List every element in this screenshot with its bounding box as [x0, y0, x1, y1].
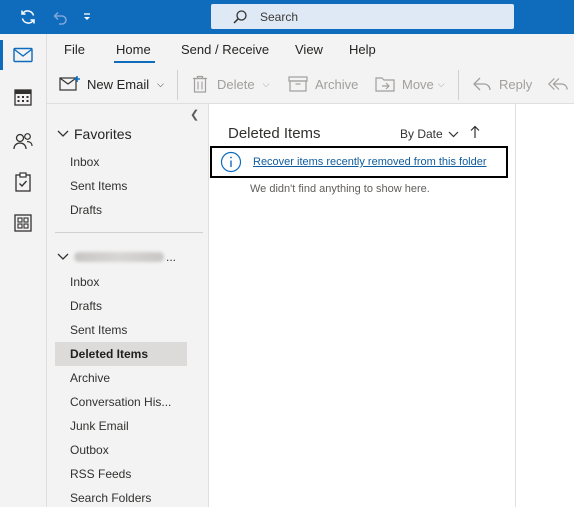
search-icon — [231, 8, 249, 26]
ribbon-separator — [458, 70, 459, 100]
people-icon[interactable] — [9, 127, 37, 155]
apps-icon[interactable] — [9, 209, 37, 237]
sort-by-button[interactable]: By Date — [400, 127, 459, 141]
tab-help[interactable]: Help — [349, 42, 376, 57]
reply-all-icon — [547, 73, 569, 95]
new-email-label: New Email — [87, 76, 150, 92]
folder-rss-feeds[interactable]: RSS Feeds — [55, 462, 187, 486]
trash-icon — [189, 73, 211, 95]
folder-deleted-items[interactable]: Deleted Items — [55, 342, 187, 366]
app-bar — [0, 34, 47, 507]
collapse-pane-icon[interactable]: ❮ — [190, 108, 199, 121]
info-icon — [220, 151, 242, 173]
move-button[interactable]: Move ⌵ — [374, 70, 445, 98]
account-name-ellipsis: ... — [166, 250, 177, 264]
archive-icon — [287, 73, 309, 95]
sync-icon[interactable] — [18, 7, 38, 27]
delete-label: Delete — [217, 76, 255, 92]
search-box[interactable]: Search — [211, 4, 514, 29]
ribbon-separator — [177, 70, 178, 100]
delete-button[interactable]: Delete ⌵ — [189, 70, 269, 98]
folder-junk-email[interactable]: Junk Email — [55, 414, 187, 438]
customize-toolbar-icon[interactable] — [77, 7, 97, 27]
active-tab-underline — [114, 61, 155, 63]
undo-icon[interactable] — [50, 7, 70, 27]
search-placeholder: Search — [260, 9, 299, 24]
reading-pane — [517, 104, 574, 507]
folder-pane: ❮ Favorites Inbox Sent Items Drafts ... … — [47, 104, 209, 507]
recover-items-banner: Recover items recently removed from this… — [210, 146, 508, 178]
archive-button[interactable]: Archive — [287, 70, 358, 98]
favorite-folder-inbox[interactable]: Inbox — [55, 150, 187, 174]
reply-label: Reply — [499, 76, 533, 92]
ribbon-toolbar: New Email ⌵ Delete ⌵ Archive Move ⌵ Repl… — [47, 64, 574, 104]
archive-label: Archive — [315, 76, 359, 92]
new-email-button[interactable]: New Email ⌵ — [59, 70, 164, 98]
folder-outbox[interactable]: Outbox — [55, 438, 187, 462]
folder-title: Deleted Items — [228, 125, 321, 142]
move-label: Move — [402, 76, 434, 92]
calendar-icon[interactable] — [9, 83, 37, 111]
folder-search-folders[interactable]: Search Folders — [55, 486, 187, 510]
favorite-folder-drafts[interactable]: Drafts — [55, 198, 187, 222]
tab-home[interactable]: Home — [116, 42, 151, 57]
chevron-down-icon[interactable]: ⌵ — [263, 79, 270, 90]
account-header[interactable]: ... — [57, 250, 176, 264]
favorites-label: Favorites — [74, 126, 132, 142]
reply-all-button[interactable] — [547, 70, 574, 98]
recover-items-link[interactable]: Recover items recently removed from this… — [253, 156, 487, 168]
new-email-icon — [59, 73, 81, 95]
tab-view[interactable]: View — [295, 42, 323, 57]
chevron-down-icon[interactable]: ⌵ — [157, 79, 164, 90]
active-indicator — [0, 40, 3, 70]
chevron-down-icon — [448, 130, 459, 138]
message-list: Deleted Items By Date Recover items rece… — [210, 104, 516, 507]
chevron-down-icon — [57, 128, 71, 140]
empty-state-text: We didn't find anything to show here. — [250, 183, 430, 195]
reply-button[interactable]: Reply — [471, 70, 532, 98]
favorites-header[interactable]: Favorites — [57, 126, 132, 142]
chevron-down-icon[interactable]: ⌵ — [438, 79, 445, 90]
chevron-down-icon — [57, 251, 71, 263]
folder-sent-items[interactable]: Sent Items — [55, 318, 187, 342]
sort-label: By Date — [400, 127, 443, 141]
tab-file[interactable]: File — [64, 42, 85, 57]
tab-send-receive[interactable]: Send / Receive — [181, 42, 269, 57]
mail-icon[interactable] — [9, 41, 37, 69]
menu-tabs: File Home Send / Receive View Help — [47, 34, 574, 64]
reply-icon — [471, 73, 493, 95]
pane-divider — [55, 232, 203, 233]
tasks-icon[interactable] — [9, 168, 37, 196]
account-name-redacted — [74, 252, 164, 262]
favorite-folder-sent-items[interactable]: Sent Items — [55, 174, 187, 198]
folder-inbox[interactable]: Inbox — [55, 270, 187, 294]
sort-direction-icon[interactable] — [469, 124, 481, 140]
folder-archive[interactable]: Archive — [55, 366, 187, 390]
title-bar: Search — [0, 0, 574, 34]
move-to-folder-icon — [374, 73, 396, 95]
folder-drafts[interactable]: Drafts — [55, 294, 187, 318]
folder-conversation-history[interactable]: Conversation His... — [55, 390, 187, 414]
